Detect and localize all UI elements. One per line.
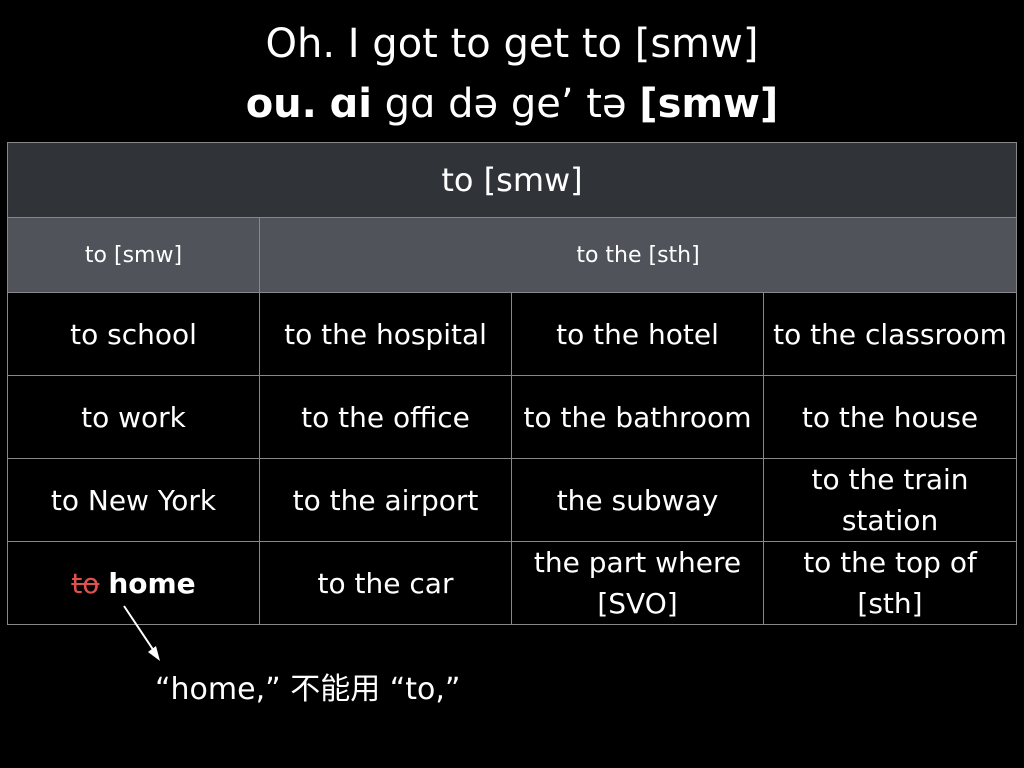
table-cell: the part where [SVO]	[511, 541, 764, 625]
table-cell: to the top of [sth]	[762, 541, 1018, 625]
table-cell: to the train station	[762, 458, 1018, 542]
table-row: to school to the hospital to the hotel t…	[7, 292, 1018, 376]
table-cell: to the hotel	[511, 292, 764, 376]
table-cell: to the house	[762, 375, 1018, 459]
table-cell: to the hospital	[259, 292, 512, 376]
struck-to: to	[71, 566, 100, 600]
phonetic-ai: ɑi	[329, 81, 372, 127]
table-cell: to the car	[259, 541, 512, 625]
subheader-to-smw: to [smw]	[7, 217, 260, 293]
note-text: “home,” 不能用 “to,”	[155, 672, 461, 707]
phrase-table: to [smw] to [smw] to the [sth] to school…	[6, 142, 1018, 625]
phonetic-ga-de-ge-te: gɑ də ge’ tə	[371, 81, 640, 127]
table-row: to work to the office to the bathroom to…	[7, 375, 1018, 459]
phonetic-ou: ou.	[245, 81, 317, 127]
table-row: to New York to the airport the subway to…	[7, 458, 1018, 542]
table-cell: to the classroom	[762, 292, 1018, 376]
table-cell: to the office	[259, 375, 512, 459]
table-cell: to the bathroom	[511, 375, 764, 459]
phonetic-space	[317, 81, 330, 127]
table-header-row: to [smw]	[6, 142, 1018, 218]
table-cell: to the airport	[259, 458, 512, 542]
table-subheader-row: to [smw] to the [sth]	[7, 217, 1018, 293]
table-cell: to work	[7, 375, 260, 459]
table-cell-home: to home	[7, 541, 260, 625]
table-cell: to school	[7, 292, 260, 376]
phonetic-smw: [smw]	[639, 81, 779, 127]
slide-title-line-2: ou. ɑi gɑ də ge’ tə [smw]	[0, 78, 1024, 130]
subheader-to-the-sth: to the [sth]	[258, 217, 1018, 293]
table-cell: the subway	[511, 458, 764, 542]
table-row: to home to the car the part where [SVO] …	[7, 541, 1018, 625]
home-word: home	[108, 566, 196, 600]
table-header: to [smw]	[6, 142, 1018, 218]
slide-title-line-1: Oh. I got to get to [smw]	[265, 21, 759, 67]
table-cell: to New York	[7, 458, 260, 542]
